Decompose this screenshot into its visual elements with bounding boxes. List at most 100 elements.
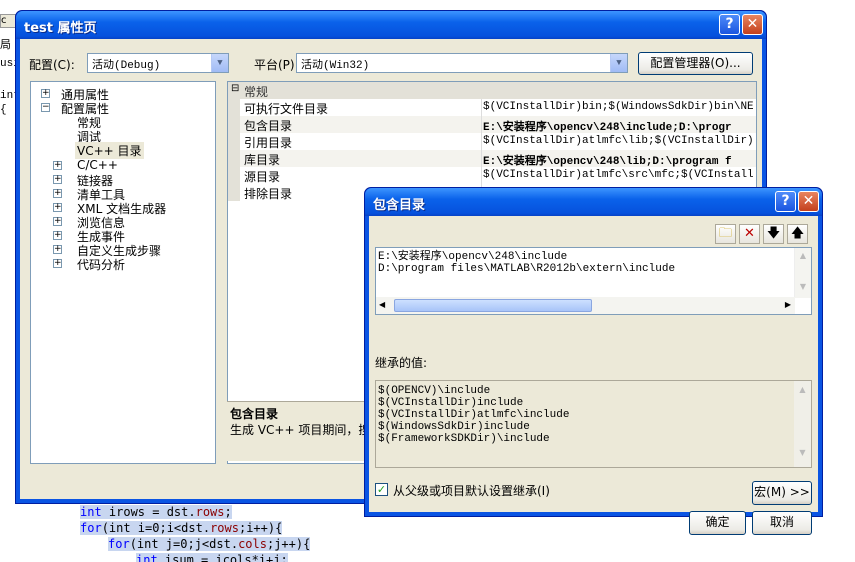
inherit-checkbox-label[interactable]: 从父级或项目默认设置继承(I) (393, 482, 550, 499)
grid-row-value[interactable]: E:\安装程序\opencv\248\lib;D:\program f (483, 152, 753, 168)
code-line: for(int j=0;j<dst.cols;j++){ (108, 537, 311, 551)
expand-icon[interactable]: + (53, 161, 62, 170)
move-up-button[interactable]: 🡅 (787, 224, 808, 244)
expand-icon[interactable]: + (53, 175, 62, 184)
config-manager-button[interactable]: 配置管理器(O)... (638, 52, 753, 75)
title-bar[interactable]: test 属性页 ? ✕ (16, 11, 766, 39)
expand-icon[interactable]: + (41, 89, 50, 98)
chevron-down-icon[interactable]: ▼ (795, 282, 811, 291)
grid-row[interactable]: 引用目录 $(VCInstallDir)atlmfc\lib;$(VCInstal… (228, 133, 756, 150)
platform-value: 活动(Win32) (301, 60, 370, 72)
dialog-body: 🗀 ✕ 🡇 🡅 E:\安装程序\opencv\248\include D:\pr… (369, 216, 818, 535)
vertical-scrollbar[interactable]: ▲ ▼ (794, 248, 811, 298)
move-down-icon: 🡇 (766, 226, 781, 241)
grid-group-header[interactable]: ⊟ 常规 (228, 82, 756, 99)
list-item: $(FrameworkSDKDir)\include (378, 433, 550, 445)
close-button[interactable]: ✕ (742, 14, 763, 35)
tree-item-label: VC++ 目录 (75, 142, 144, 159)
grid-row-margin (228, 133, 240, 150)
expand-icon[interactable]: + (53, 189, 62, 198)
inherited-label: 继承的值: (375, 356, 428, 370)
editor-tab-fragment[interactable]: c (0, 14, 16, 28)
config-value: 活动(Debug) (92, 60, 161, 72)
grid-row-margin (228, 116, 240, 133)
expand-icon[interactable]: + (53, 203, 62, 212)
delete-button[interactable]: ✕ (739, 224, 760, 244)
chevron-down-icon[interactable]: ▼ (794, 448, 811, 457)
collapse-icon[interactable]: ⊟ (231, 83, 239, 94)
grid-row-value[interactable]: $(VCInstallDir)bin;$(WindowsSdkDir)bin\N… (483, 101, 753, 113)
expand-icon[interactable]: + (53, 245, 62, 254)
tree-item-label: 代码分析 (77, 258, 126, 272)
editor-fragment: { (0, 104, 7, 116)
collapse-icon[interactable]: − (41, 103, 50, 112)
grid-row-name: 排除目录 (244, 187, 293, 201)
new-folder-icon: 🗀 (718, 226, 732, 241)
cancel-button[interactable]: 取消 (752, 511, 812, 535)
grid-row-value[interactable]: $(VCInstallDir)atlmfc\src\mfc;$(VCInstal… (483, 169, 753, 181)
grid-row-name: 库目录 (244, 153, 281, 167)
editor-fragment: 局 (0, 40, 11, 52)
move-down-button[interactable]: 🡇 (763, 224, 784, 244)
code-line: int irows = dst.rows; (80, 505, 232, 519)
chevron-up-icon[interactable]: ▲ (795, 251, 811, 260)
grid-row[interactable]: 可执行文件目录 $(VCInstallDir)bin;$(WindowsSdkDi… (228, 99, 756, 116)
grid-row-name: 引用目录 (244, 136, 293, 150)
help-button[interactable]: ? (719, 14, 740, 35)
chevron-up-icon[interactable]: ▲ (794, 385, 811, 394)
platform-select[interactable]: 活动(Win32) ▼ (296, 53, 628, 73)
expand-icon[interactable]: + (53, 217, 62, 226)
description-text: 生成 VC++ 项目期间，搜 (230, 423, 371, 437)
grid-row-name: 可执行文件目录 (244, 102, 329, 116)
config-label: 配置(C): (29, 58, 75, 72)
ok-button[interactable]: 确定 (689, 511, 746, 535)
chevron-down-icon[interactable]: ▼ (211, 54, 228, 72)
grid-row[interactable]: 源目录 $(VCInstallDir)atlmfc\src\mfc;$(VCIns… (228, 167, 756, 184)
inherit-checkbox[interactable]: ✓ (375, 483, 388, 496)
code-line: for(int i=0;i<dst.rows;i++){ (80, 521, 283, 535)
chevron-right-icon[interactable]: ▶ (785, 300, 791, 309)
horizontal-scrollbar[interactable]: ◀ ▶ (376, 297, 795, 314)
property-tree[interactable]: + 通用属性 − 配置属性 常规 调试 VC++ 目录 + C/C++ + 链接器 + 清单工具 + XML… (30, 81, 216, 464)
chevron-down-icon[interactable]: ▼ (610, 54, 627, 72)
grid-row-margin (228, 167, 240, 184)
grid-group-label: 常规 (244, 85, 269, 99)
help-icon: ? (725, 16, 734, 32)
close-button[interactable]: ✕ (798, 191, 819, 212)
list-item[interactable]: D:\program files\MATLAB\R2012b\extern\in… (378, 263, 675, 275)
list-item: $(VCInstallDir)atlmfc\include (378, 409, 570, 421)
grid-row-value[interactable]: $(VCInstallDir)atlmfc\lib;$(VCInstallDir… (483, 135, 753, 147)
chevron-left-icon[interactable]: ◀ (379, 300, 385, 309)
vertical-scrollbar[interactable]: ▲ ▼ (794, 381, 811, 467)
grid-divider[interactable] (481, 99, 482, 199)
include-list[interactable]: E:\安装程序\opencv\248\include D:\program fi… (375, 247, 812, 315)
close-icon: ✕ (802, 193, 815, 209)
help-button[interactable]: ? (775, 191, 796, 212)
new-folder-button[interactable]: 🗀 (715, 224, 736, 244)
grid-row-margin (228, 184, 240, 201)
grid-row-name: 包含目录 (244, 119, 293, 133)
dialog-title: 包含目录 (373, 198, 426, 213)
list-item: $(OPENCV)\include (378, 385, 491, 397)
list-item[interactable]: E:\安装程序\opencv\248\include (378, 251, 675, 263)
grid-row[interactable]: 库目录 E:\安装程序\opencv\248\lib;D:\program f (228, 150, 756, 168)
grid-row-margin (228, 99, 240, 116)
grid-row-value[interactable]: E:\安装程序\opencv\248\include;D:\progr (483, 118, 753, 134)
config-select[interactable]: 活动(Debug) ▼ (87, 53, 229, 73)
move-up-icon: 🡅 (790, 226, 805, 241)
title-bar[interactable]: 包含目录 ? ✕ (365, 188, 822, 216)
dialog-title: test 属性页 (24, 21, 97, 36)
delete-icon: ✕ (744, 226, 755, 241)
include-dirs-dialog: 包含目录 ? ✕ 🗀 ✕ 🡇 🡅 E:\安装程序\opencv\248\incl… (364, 187, 823, 535)
inherited-list: $(OPENCV)\include $(VCInstallDir)include… (375, 380, 812, 468)
expand-icon[interactable]: + (53, 259, 62, 268)
help-icon: ? (781, 193, 790, 209)
macros-button[interactable]: 宏(M) >> (752, 481, 812, 505)
grid-row-margin (228, 150, 240, 167)
code-line: int isum = icols*i+j; (136, 553, 288, 562)
expand-icon[interactable]: + (53, 231, 62, 240)
list-item: $(VCInstallDir)include (378, 397, 524, 409)
grid-row[interactable]: 包含目录 E:\安装程序\opencv\248\include;D:\progr (228, 116, 756, 134)
scroll-thumb[interactable] (394, 299, 592, 312)
grid-row-name: 源目录 (244, 170, 281, 184)
